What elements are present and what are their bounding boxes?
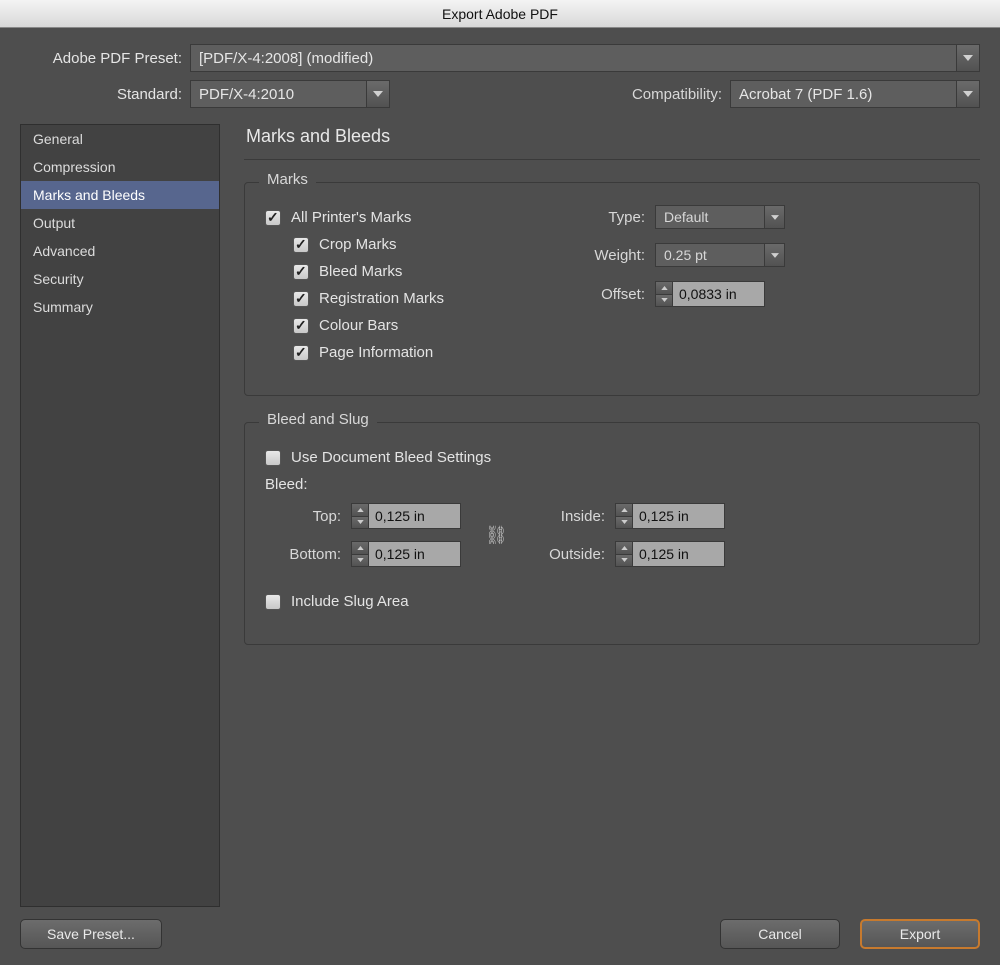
type-label: Type: xyxy=(575,209,655,226)
all-printers-marks-label: All Printer's Marks xyxy=(291,209,411,226)
sidebar-item-security[interactable]: Security xyxy=(21,265,219,293)
bleed-bottom-label: Bottom: xyxy=(265,546,351,563)
sidebar-item-summary[interactable]: Summary xyxy=(21,293,219,321)
bleed-top-label: Top: xyxy=(265,508,351,525)
chevron-up-icon[interactable] xyxy=(656,282,672,295)
bleed-bottom-input[interactable] xyxy=(369,541,461,567)
weight-dropdown[interactable]: 0.25 pt xyxy=(655,243,765,267)
crop-marks-checkbox[interactable] xyxy=(293,237,309,253)
include-slug-checkbox[interactable] xyxy=(265,594,281,610)
weight-label: Weight: xyxy=(575,247,655,264)
use-document-bleed-label: Use Document Bleed Settings xyxy=(291,449,491,466)
chevron-down-icon[interactable] xyxy=(956,44,980,72)
bleed-marks-checkbox[interactable] xyxy=(293,264,309,280)
offset-label: Offset: xyxy=(575,286,655,303)
standard-value: PDF/X-4:2010 xyxy=(199,86,294,103)
save-preset-button[interactable]: Save Preset... xyxy=(20,919,162,949)
standard-dropdown[interactable]: PDF/X-4:2010 xyxy=(190,80,366,108)
preset-dropdown[interactable]: [PDF/X-4:2008] (modified) xyxy=(190,44,956,72)
divider xyxy=(244,159,980,160)
chevron-up-icon[interactable] xyxy=(352,542,368,555)
bleed-slug-group: Bleed and Slug Use Document Bleed Settin… xyxy=(244,422,980,645)
chevron-down-icon[interactable] xyxy=(956,80,980,108)
registration-marks-checkbox[interactable] xyxy=(293,291,309,307)
bleed-inside-stepper[interactable] xyxy=(615,503,633,529)
chevron-up-icon[interactable] xyxy=(616,504,632,517)
bleed-bottom-stepper[interactable] xyxy=(351,541,369,567)
offset-input[interactable] xyxy=(673,281,765,307)
chevron-down-icon[interactable] xyxy=(765,243,785,267)
bleed-top-stepper[interactable] xyxy=(351,503,369,529)
use-document-bleed-checkbox[interactable] xyxy=(265,450,281,466)
chevron-down-icon[interactable] xyxy=(616,555,632,567)
include-slug-label: Include Slug Area xyxy=(291,593,409,610)
offset-stepper[interactable] xyxy=(655,281,673,307)
registration-marks-label: Registration Marks xyxy=(319,290,444,307)
page-info-checkbox[interactable] xyxy=(293,345,309,361)
weight-value: 0.25 pt xyxy=(664,247,707,263)
chevron-down-icon[interactable] xyxy=(656,295,672,307)
type-value: Default xyxy=(664,209,708,225)
chevron-up-icon[interactable] xyxy=(616,542,632,555)
compatibility-value: Acrobat 7 (PDF 1.6) xyxy=(739,86,872,103)
colour-bars-checkbox[interactable] xyxy=(293,318,309,334)
bleed-slug-legend: Bleed and Slug xyxy=(259,411,377,428)
cancel-button[interactable]: Cancel xyxy=(720,919,840,949)
marks-legend: Marks xyxy=(259,171,316,188)
preset-label: Adobe PDF Preset: xyxy=(20,50,190,67)
bleed-inside-input[interactable] xyxy=(633,503,725,529)
sidebar: General Compression Marks and Bleeds Out… xyxy=(20,124,220,907)
bleed-outside-input[interactable] xyxy=(633,541,725,567)
export-button[interactable]: Export xyxy=(860,919,980,949)
sidebar-item-compression[interactable]: Compression xyxy=(21,153,219,181)
section-title: Marks and Bleeds xyxy=(246,126,980,147)
bleed-outside-stepper[interactable] xyxy=(615,541,633,567)
marks-group: Marks All Printer's Marks Crop Marks Ble… xyxy=(244,182,980,396)
sidebar-item-general[interactable]: General xyxy=(21,125,219,153)
bleed-outside-label: Outside: xyxy=(529,546,615,563)
chevron-up-icon[interactable] xyxy=(352,504,368,517)
colour-bars-label: Colour Bars xyxy=(319,317,398,334)
chevron-down-icon[interactable] xyxy=(352,517,368,529)
preset-value: [PDF/X-4:2008] (modified) xyxy=(199,50,373,67)
link-icon[interactable]: ⛓ xyxy=(485,525,505,546)
chevron-down-icon[interactable] xyxy=(352,555,368,567)
sidebar-item-output[interactable]: Output xyxy=(21,209,219,237)
chevron-down-icon[interactable] xyxy=(366,80,390,108)
type-dropdown[interactable]: Default xyxy=(655,205,765,229)
bleed-top-input[interactable] xyxy=(369,503,461,529)
crop-marks-label: Crop Marks xyxy=(319,236,397,253)
chevron-down-icon[interactable] xyxy=(616,517,632,529)
window-title: Export Adobe PDF xyxy=(0,0,1000,28)
standard-label: Standard: xyxy=(20,86,190,103)
bleed-heading: Bleed: xyxy=(265,476,959,493)
chevron-down-icon[interactable] xyxy=(765,205,785,229)
page-info-label: Page Information xyxy=(319,344,433,361)
compatibility-label: Compatibility: xyxy=(632,86,730,103)
compatibility-dropdown[interactable]: Acrobat 7 (PDF 1.6) xyxy=(730,80,956,108)
bleed-inside-label: Inside: xyxy=(529,508,615,525)
sidebar-item-marks-and-bleeds[interactable]: Marks and Bleeds xyxy=(21,181,219,209)
bleed-marks-label: Bleed Marks xyxy=(319,263,402,280)
sidebar-item-advanced[interactable]: Advanced xyxy=(21,237,219,265)
all-printers-marks-checkbox[interactable] xyxy=(265,210,281,226)
